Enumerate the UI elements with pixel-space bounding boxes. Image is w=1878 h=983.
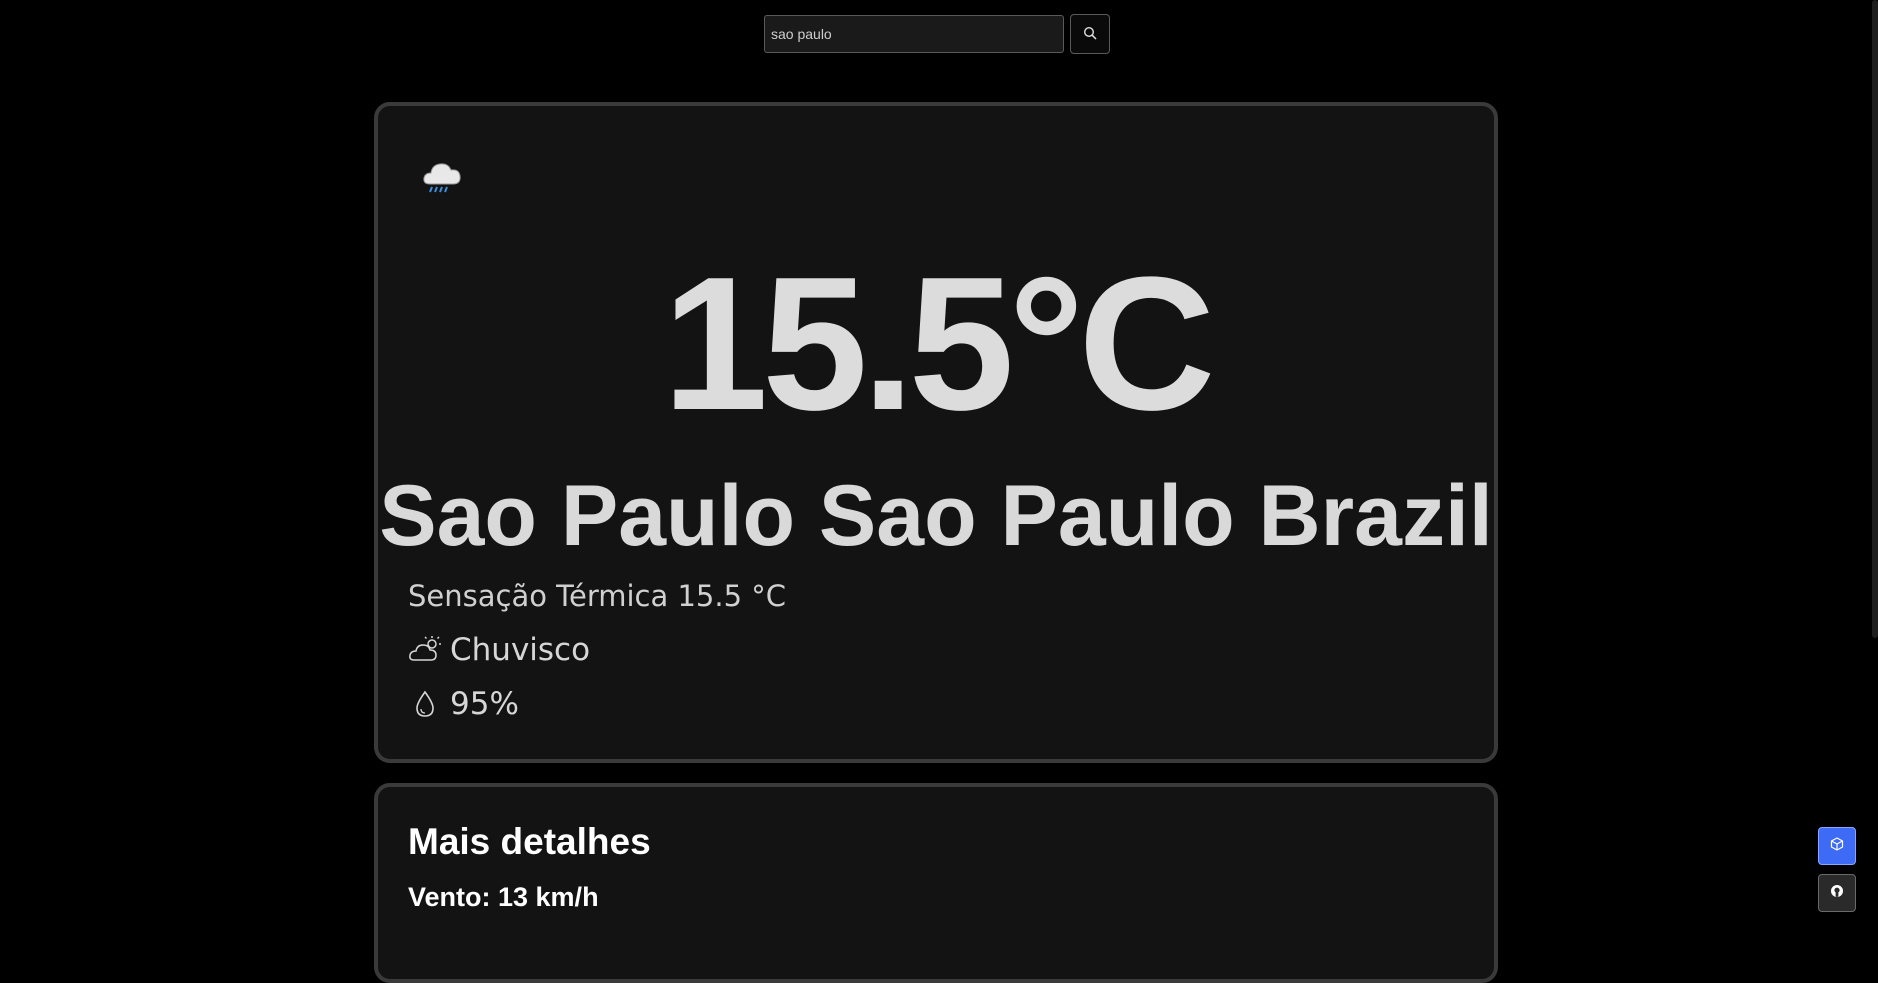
humidity-row: 95%	[408, 684, 519, 724]
current-weather-card: 15.5°C Sao Paulo Sao Paulo Brazil Sensaç…	[374, 102, 1498, 763]
details-card: Mais detalhes Vento: 13 km/h	[374, 783, 1498, 983]
condition-text: Chuvisco	[450, 632, 591, 668]
3d-view-button[interactable]	[1818, 827, 1856, 865]
github-icon	[1830, 884, 1844, 903]
scrollbar-track[interactable]	[1872, 0, 1878, 929]
temperature-value: 15.5°C	[662, 238, 1216, 450]
feels-like-text: Sensação Térmica 15.5 °C	[408, 579, 787, 613]
search-button[interactable]	[1070, 14, 1110, 54]
humidity-text: 95%	[450, 686, 519, 722]
scrollbar-thumb[interactable]	[1872, 0, 1878, 638]
search-bar	[764, 14, 1110, 54]
wind-text: Vento: 13 km/h	[408, 882, 599, 912]
location-name: Sao Paulo Sao Paulo Brazil	[379, 468, 1493, 564]
cube-icon	[1830, 836, 1844, 856]
details-title: Mais detalhes	[408, 821, 651, 862]
github-button[interactable]	[1818, 874, 1856, 912]
search-input[interactable]	[764, 15, 1064, 53]
cloud-sun-icon	[408, 633, 442, 667]
droplet-icon	[408, 687, 442, 721]
search-icon	[1083, 26, 1097, 43]
cloud-rain-icon	[418, 154, 466, 202]
condition-row: Chuvisco	[408, 630, 590, 670]
